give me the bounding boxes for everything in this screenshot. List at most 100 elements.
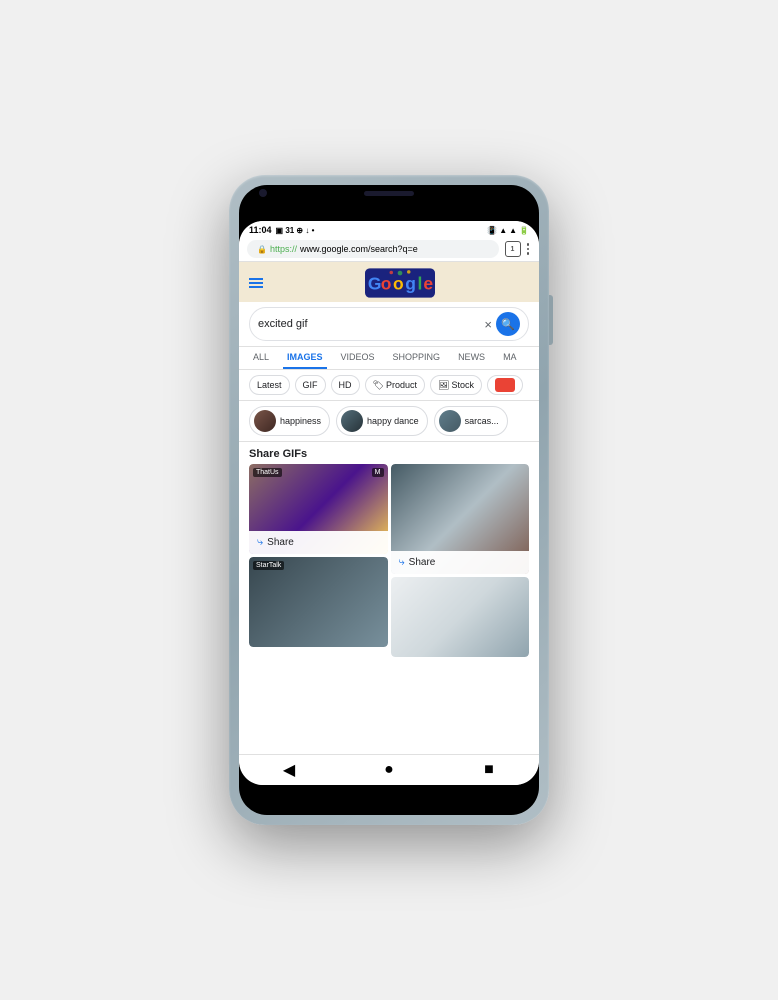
status-bar: 11:04 ▣ 31 ⊕ ↓ • 📳 ▲ ▲ 🔋 xyxy=(239,221,539,237)
filter-gif[interactable]: GIF xyxy=(295,375,326,395)
svg-text:o: o xyxy=(381,273,392,293)
gif-item-1[interactable]: ThatUs M ⤷ Share xyxy=(249,464,388,554)
tab-images[interactable]: IMAGES xyxy=(283,347,327,369)
tab-shopping[interactable]: SHOPPING xyxy=(389,347,445,369)
chip-avatar-happy-dance xyxy=(341,410,363,432)
menu-dot-1 xyxy=(527,243,530,246)
back-button[interactable]: ◀ xyxy=(279,760,299,780)
chip-happiness[interactable]: happiness xyxy=(249,406,330,436)
hamburger-menu[interactable] xyxy=(249,278,263,288)
share-button-1[interactable]: ⤷ Share xyxy=(249,531,388,554)
browser-nav-bar: ◀ ● ■ xyxy=(239,754,539,785)
filter-hd[interactable]: HD xyxy=(331,375,360,395)
search-bar[interactable]: excited gif × 🔍 xyxy=(239,302,539,347)
browser-screen: 11:04 ▣ 31 ⊕ ↓ • 📳 ▲ ▲ 🔋 🔒 https:// www.… xyxy=(239,221,539,785)
filter-stock-label: Stock xyxy=(451,380,474,390)
search-input-row[interactable]: excited gif × 🔍 xyxy=(249,307,529,341)
gif-item-2[interactable]: ⤷ Share xyxy=(391,464,530,574)
camera-dot xyxy=(259,189,267,197)
svg-text:g: g xyxy=(405,273,416,293)
color-swatch xyxy=(495,378,515,392)
filter-chips-row: Latest GIF HD 🏷 Product 🖼 Stock xyxy=(239,370,539,401)
status-right: 📳 ▲ ▲ 🔋 xyxy=(487,226,529,235)
gif-image-4 xyxy=(391,577,530,657)
share-icon-2: ⤷ xyxy=(399,556,405,569)
tab-more[interactable]: MA xyxy=(499,347,521,369)
lock-icon: 🔒 xyxy=(257,245,267,254)
search-clear-button[interactable]: × xyxy=(484,317,492,332)
url-input-field[interactable]: 🔒 https:// www.google.com/search?q=e xyxy=(247,240,499,258)
hamburger-line-2 xyxy=(249,282,263,284)
svg-text:l: l xyxy=(418,273,423,293)
google-logo-area: G o o g l e xyxy=(271,268,529,298)
svg-text:o: o xyxy=(393,273,404,293)
chip-happy-dance[interactable]: happy dance xyxy=(336,406,428,436)
chip-happy-dance-label: happy dance xyxy=(367,416,419,426)
share-icon-1: ⤷ xyxy=(257,536,263,549)
gif-column-1: ThatUs M ⤷ Share StarTalk xyxy=(249,464,388,657)
phone-device: 11:04 ▣ 31 ⊕ ↓ • 📳 ▲ ▲ 🔋 🔒 https:// www.… xyxy=(229,175,549,825)
search-tabs: ALL IMAGES VIDEOS SHOPPING NEWS MA xyxy=(239,347,539,370)
svg-text:e: e xyxy=(423,273,433,293)
gif-source-label-m: M xyxy=(372,468,384,477)
share-label-2: Share xyxy=(409,557,436,568)
filter-gif-label: GIF xyxy=(303,380,318,390)
status-icons: ▣ 31 ⊕ ↓ • xyxy=(276,226,315,235)
chip-sarcastic-label: sarcas... xyxy=(465,416,499,426)
filter-product[interactable]: 🏷 Product xyxy=(365,375,425,395)
filter-latest[interactable]: Latest xyxy=(249,375,290,395)
tab-videos[interactable]: VIDEOS xyxy=(337,347,379,369)
recents-icon: ■ xyxy=(484,761,494,779)
svg-text:G: G xyxy=(368,273,382,293)
battery-icon: 🔋 xyxy=(519,226,529,235)
chip-avatar-happiness xyxy=(254,410,276,432)
share-button-2[interactable]: ⤷ Share xyxy=(391,551,530,574)
gif-source-label-1: ThatUs xyxy=(253,468,282,477)
google-logo: G o o g l e xyxy=(365,268,435,298)
gif-column-2: ⤷ Share xyxy=(391,464,530,657)
gif-item-4[interactable] xyxy=(391,577,530,657)
tab-news[interactable]: NEWS xyxy=(454,347,489,369)
url-icons: 1 xyxy=(505,241,532,257)
menu-dot-3 xyxy=(527,252,530,255)
gif-grid: ThatUs M ⤷ Share StarTalk xyxy=(239,464,539,657)
stock-image-icon: 🖼 xyxy=(438,380,449,391)
volume-button xyxy=(549,295,553,345)
search-query-text: excited gif xyxy=(258,318,480,330)
chip-sarcastic[interactable]: sarcas... xyxy=(434,406,508,436)
hamburger-line-3 xyxy=(249,286,263,288)
filter-hd-label: HD xyxy=(339,380,352,390)
time-display: 11:04 xyxy=(249,225,272,235)
signal-icon: ▲ xyxy=(509,226,517,235)
share-label-1: Share xyxy=(267,537,294,548)
speaker xyxy=(364,191,414,196)
share-gifs-title: Share GIFs xyxy=(239,442,539,464)
filter-stock[interactable]: 🖼 Stock xyxy=(430,375,482,395)
search-submit-button[interactable]: 🔍 xyxy=(496,312,520,336)
filter-latest-label: Latest xyxy=(257,380,282,390)
recents-button[interactable]: ■ xyxy=(479,760,499,780)
product-tag-icon: 🏷 xyxy=(373,380,384,391)
tab-all[interactable]: ALL xyxy=(249,347,273,369)
https-text: https:// xyxy=(270,244,297,254)
home-icon: ● xyxy=(384,761,394,779)
filter-product-label: Product xyxy=(386,380,417,390)
filter-color[interactable] xyxy=(487,375,523,395)
gif-item-3[interactable]: StarTalk xyxy=(249,557,388,647)
wifi-icon: ▲ xyxy=(499,226,507,235)
tab-count[interactable]: 1 xyxy=(505,241,521,257)
gif-source-label-3: StarTalk xyxy=(253,561,284,570)
vibrate-icon: 📳 xyxy=(487,226,497,235)
chip-happiness-label: happiness xyxy=(280,416,321,426)
phone-screen: 11:04 ▣ 31 ⊕ ↓ • 📳 ▲ ▲ 🔋 🔒 https:// www.… xyxy=(239,185,539,815)
url-domain-text: www.google.com/search?q=e xyxy=(300,244,418,254)
url-bar: 🔒 https:// www.google.com/search?q=e 1 xyxy=(239,237,539,262)
back-icon: ◀ xyxy=(283,760,295,780)
menu-dot-2 xyxy=(527,248,530,251)
status-left: 11:04 ▣ 31 ⊕ ↓ • xyxy=(249,225,314,235)
browser-menu-button[interactable] xyxy=(525,241,532,257)
google-header: G o o g l e xyxy=(239,262,539,302)
gif-results-area[interactable]: Share GIFs ThatUs M ⤷ Share xyxy=(239,442,539,754)
home-button[interactable]: ● xyxy=(379,760,399,780)
chip-avatar-sarcastic xyxy=(439,410,461,432)
